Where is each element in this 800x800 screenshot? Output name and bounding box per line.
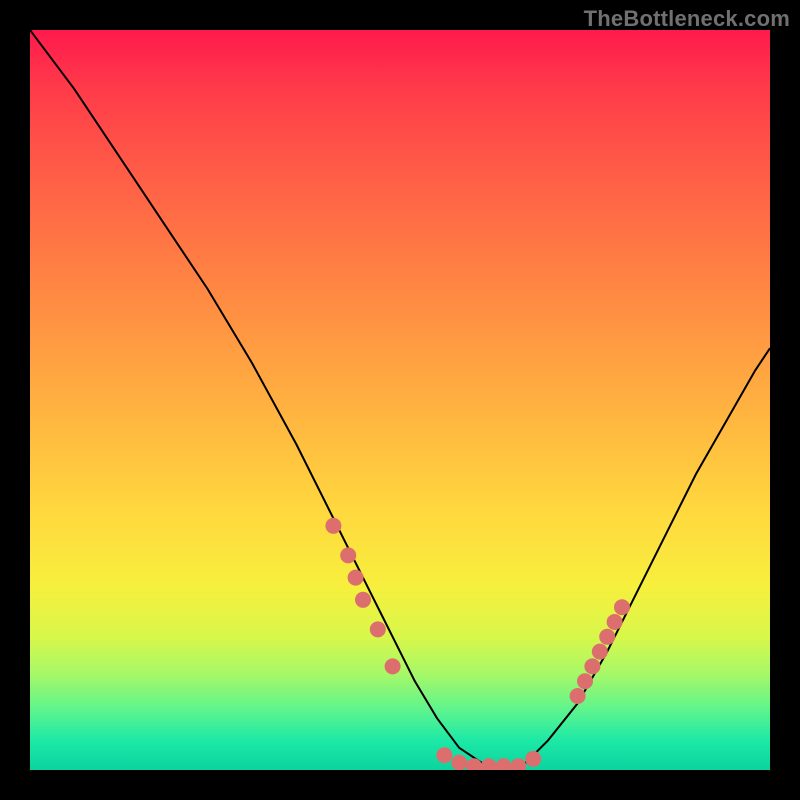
curve-marker — [607, 614, 623, 630]
curve-svg — [30, 30, 770, 770]
curve-marker — [370, 621, 386, 637]
curve-marker — [481, 758, 497, 770]
curve-marker — [592, 644, 608, 660]
chart-frame: TheBottleneck.com — [0, 0, 800, 800]
curve-marker — [510, 758, 526, 770]
marker-group — [325, 518, 630, 770]
watermark-text: TheBottleneck.com — [584, 6, 790, 32]
curve-marker — [340, 547, 356, 563]
curve-marker — [325, 518, 341, 534]
curve-marker — [348, 570, 364, 586]
curve-marker — [577, 673, 593, 689]
bottleneck-curve — [30, 30, 770, 770]
curve-marker — [584, 658, 600, 674]
curve-marker — [436, 747, 452, 763]
curve-marker — [466, 758, 482, 770]
curve-marker — [614, 599, 630, 615]
curve-marker — [570, 688, 586, 704]
curve-marker — [451, 755, 467, 770]
plot-area — [30, 30, 770, 770]
curve-marker — [599, 629, 615, 645]
curve-marker — [355, 592, 371, 608]
curve-marker — [496, 758, 512, 770]
curve-marker — [385, 658, 401, 674]
curve-marker — [525, 751, 541, 767]
